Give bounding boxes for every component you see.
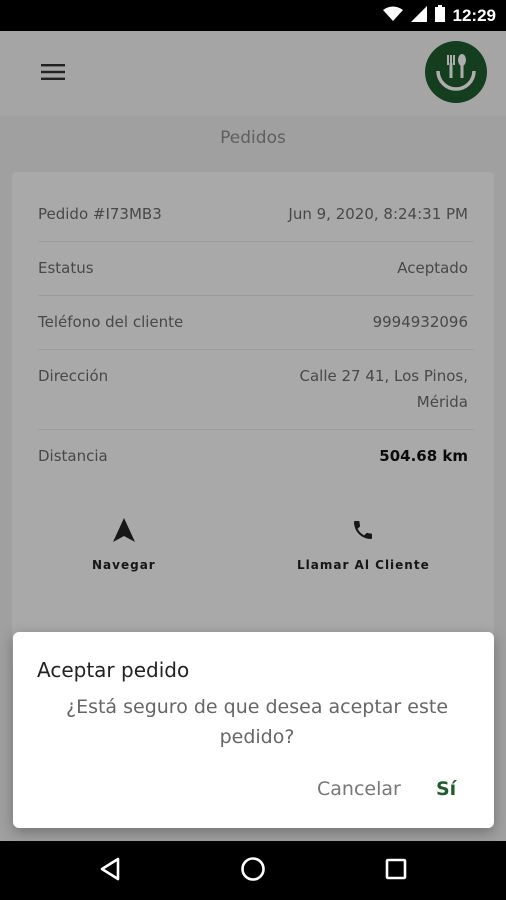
back-button[interactable] (94, 855, 126, 887)
confirm-button[interactable]: Sí (436, 778, 456, 800)
dialog-title: Aceptar pedido (37, 658, 190, 682)
accept-order-dialog: Aceptar pedido ¿Está seguro de que desea… (13, 632, 494, 828)
clock: 12:29 (452, 5, 496, 25)
cancel-button[interactable]: Cancelar (317, 778, 401, 800)
back-triangle-icon (99, 857, 121, 885)
battery-icon (434, 5, 445, 26)
recents-button[interactable] (380, 855, 412, 887)
wifi-icon (382, 6, 403, 26)
dialog-message: ¿Está seguro de que desea aceptar este p… (65, 696, 449, 748)
signal-icon (410, 5, 427, 26)
home-circle-icon (240, 856, 266, 886)
status-bar: 12:29 (0, 0, 506, 31)
system-nav-bar (0, 841, 506, 900)
recents-square-icon (385, 858, 407, 884)
home-button[interactable] (237, 855, 269, 887)
